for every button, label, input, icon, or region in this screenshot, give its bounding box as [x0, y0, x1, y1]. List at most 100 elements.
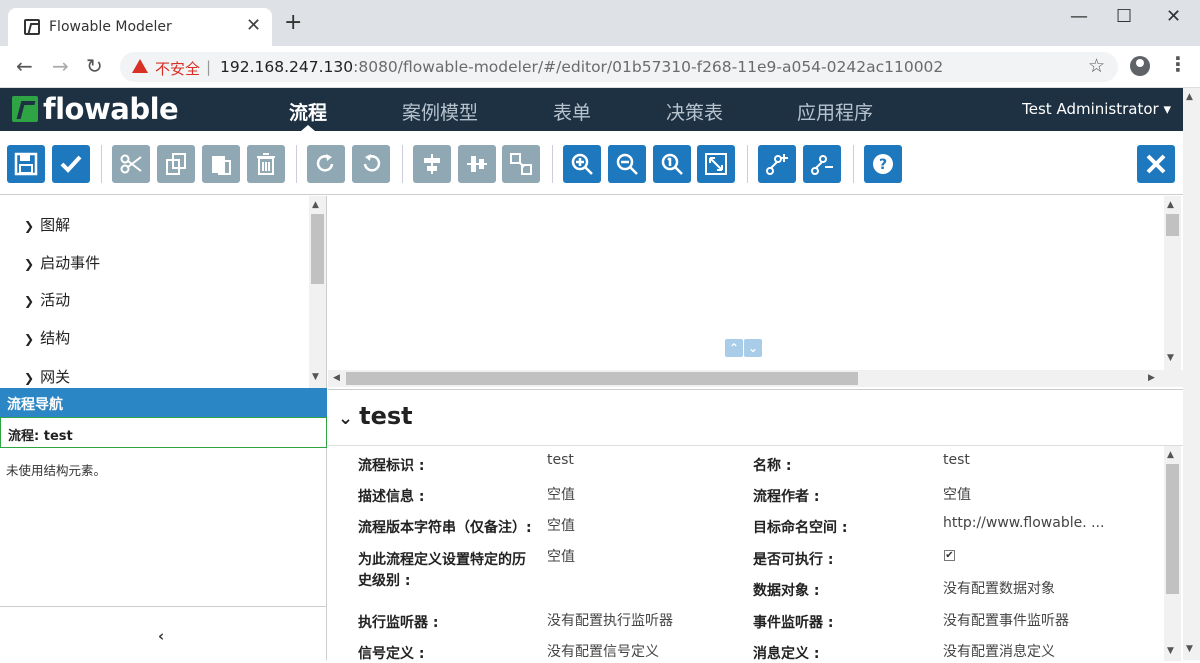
- security-label[interactable]: 不安全: [155, 58, 200, 79]
- nav-decision-tables[interactable]: 决策表: [666, 98, 723, 125]
- scroll-right-icon[interactable]: ▶: [1148, 373, 1155, 383]
- paste-button[interactable]: [202, 145, 240, 183]
- back-icon[interactable]: ←: [16, 56, 33, 76]
- prop-value-version[interactable]: 空值: [547, 515, 575, 535]
- flowable-favicon-icon: [24, 19, 40, 35]
- trash-icon: [257, 153, 275, 175]
- forward-icon[interactable]: →: [52, 56, 69, 76]
- help-icon: ?: [873, 154, 893, 174]
- palette-group-activities[interactable]: ❯ 活动: [24, 289, 70, 310]
- scissors-icon: [120, 154, 142, 174]
- validate-button[interactable]: [52, 145, 90, 183]
- browser-menu-icon[interactable]: ⋮: [1168, 53, 1188, 75]
- remove-bendpoint-icon: [811, 155, 833, 175]
- close-editor-button[interactable]: [1137, 145, 1175, 183]
- scrollbar-thumb[interactable]: [311, 214, 324, 284]
- omnibox[interactable]: 不安全 | 192.168.247.130:8080/flowable-mode…: [120, 52, 1118, 82]
- scrollbar-thumb[interactable]: [346, 372, 858, 385]
- new-tab-icon[interactable]: +: [284, 12, 302, 34]
- prop-label-process-id: 流程标识 :: [358, 458, 425, 474]
- prop-value-execution-listeners[interactable]: 没有配置执行监听器: [547, 610, 673, 630]
- zoom-out-button[interactable]: [608, 145, 646, 183]
- scroll-down-icon[interactable]: ▼: [312, 372, 319, 382]
- bookmark-star-icon[interactable]: ☆: [1088, 55, 1105, 77]
- canvas-horizontal-scrollbar[interactable]: ◀ ▶: [328, 370, 1183, 387]
- palette-group-structural[interactable]: ❯ 结构: [24, 327, 70, 348]
- executable-checkbox[interactable]: ✔: [944, 550, 955, 561]
- minimize-icon[interactable]: —: [1070, 8, 1088, 26]
- prop-value-name[interactable]: test: [943, 452, 970, 468]
- tab-close-icon[interactable]: ✕: [246, 17, 261, 35]
- zoom-actual-button[interactable]: [653, 145, 691, 183]
- help-button[interactable]: ?: [864, 145, 902, 183]
- url-text[interactable]: 192.168.247.130:8080/flowable-modeler/#/…: [220, 58, 943, 76]
- prop-label-history-level: 为此流程定义设置特定的历: [358, 552, 526, 568]
- align-vertical-icon: [467, 156, 487, 172]
- prop-value-data-objects[interactable]: 没有配置数据对象: [943, 578, 1055, 598]
- remove-bendpoint-button[interactable]: [803, 145, 841, 183]
- prop-value-signal-definitions[interactable]: 没有配置信号定义: [547, 641, 659, 661]
- page-scrollbar[interactable]: ▲ ▼: [1183, 88, 1200, 660]
- prop-value-description[interactable]: 空值: [547, 484, 575, 504]
- chevron-left-icon[interactable]: ‹: [158, 627, 164, 645]
- chevron-up-icon[interactable]: ⌃: [725, 339, 743, 357]
- prop-value-history-level[interactable]: 空值: [547, 546, 575, 566]
- properties-scrollbar[interactable]: ▲ ▼: [1164, 446, 1181, 661]
- chevron-down-icon[interactable]: ⌄: [744, 339, 762, 357]
- scroll-down-icon[interactable]: ▼: [1167, 353, 1174, 363]
- nav-process[interactable]: 流程: [289, 98, 327, 125]
- undo-icon: [363, 154, 381, 172]
- toolbar-divider: [853, 145, 854, 183]
- chevron-right-icon: ❯: [24, 371, 35, 385]
- redo-button[interactable]: [307, 145, 345, 183]
- align-vertical-button[interactable]: [458, 145, 496, 183]
- zoom-in-button[interactable]: [563, 145, 601, 183]
- same-size-button[interactable]: [502, 145, 540, 183]
- collapse-panel-bar[interactable]: ‹: [0, 606, 327, 660]
- prop-label-executable: 是否可执行 :: [753, 552, 834, 568]
- canvas-vertical-scrollbar[interactable]: ▲ ▼: [1164, 196, 1181, 370]
- undo-button[interactable]: [352, 145, 390, 183]
- prop-value-event-listeners[interactable]: 没有配置事件监听器: [943, 610, 1069, 630]
- toolbar-divider: [552, 145, 553, 183]
- scroll-left-icon[interactable]: ◀: [333, 373, 340, 383]
- user-menu[interactable]: Test Administrator ▾: [1022, 100, 1171, 118]
- diagram-canvas[interactable]: ⌃ ⌄ ▲ ▼ ◀ ▶: [328, 196, 1183, 388]
- add-bendpoint-button[interactable]: [758, 145, 796, 183]
- copy-button[interactable]: [157, 145, 195, 183]
- browser-tab[interactable]: Flowable Modeler ✕: [8, 8, 272, 46]
- scroll-down-icon[interactable]: ▼: [1167, 646, 1174, 656]
- delete-button[interactable]: [247, 145, 285, 183]
- nav-case-model[interactable]: 案例模型: [402, 98, 478, 125]
- cut-button[interactable]: [112, 145, 150, 183]
- properties-title[interactable]: ⌄ test: [338, 402, 413, 430]
- palette-group-start-events[interactable]: ❯ 启动事件: [24, 252, 100, 273]
- scrollbar-thumb[interactable]: [1166, 214, 1179, 236]
- scroll-down-icon[interactable]: ▼: [1186, 644, 1193, 654]
- navigator-selected-process[interactable]: 流程: test: [0, 417, 327, 448]
- prop-value-namespace[interactable]: http://www.flowable. ...: [943, 515, 1104, 531]
- account-icon[interactable]: [1130, 56, 1150, 76]
- scroll-up-icon[interactable]: ▲: [1167, 450, 1174, 460]
- palette-scrollbar[interactable]: ▲ ▼: [309, 196, 326, 388]
- nav-forms[interactable]: 表单: [553, 98, 591, 125]
- palette-group-diagram[interactable]: ❯ 图解: [24, 214, 70, 235]
- scroll-up-icon[interactable]: ▲: [1167, 200, 1174, 210]
- window-close-icon[interactable]: ✕: [1166, 8, 1181, 26]
- prop-value-author[interactable]: 空值: [943, 484, 971, 504]
- maximize-icon[interactable]: ☐: [1116, 8, 1132, 26]
- reload-icon[interactable]: ↻: [86, 56, 103, 76]
- canvas-resize-arrows[interactable]: ⌃ ⌄: [725, 339, 763, 357]
- prop-value-message-definitions[interactable]: 没有配置消息定义: [943, 641, 1055, 661]
- palette-group-gateways[interactable]: ❯ 网关: [24, 366, 70, 387]
- nav-apps[interactable]: 应用程序: [797, 98, 873, 125]
- scroll-up-icon[interactable]: ▲: [312, 200, 319, 210]
- scroll-up-icon[interactable]: ▲: [1186, 92, 1193, 102]
- scrollbar-thumb[interactable]: [1166, 464, 1179, 594]
- prop-value-process-id[interactable]: test: [547, 452, 574, 468]
- align-horizontal-icon: [424, 154, 440, 174]
- zoom-fit-button[interactable]: [697, 145, 735, 183]
- save-button[interactable]: [7, 145, 45, 183]
- align-horizontal-button[interactable]: [413, 145, 451, 183]
- browser-tabbar: Flowable Modeler ✕ + — ☐ ✕: [0, 0, 1200, 46]
